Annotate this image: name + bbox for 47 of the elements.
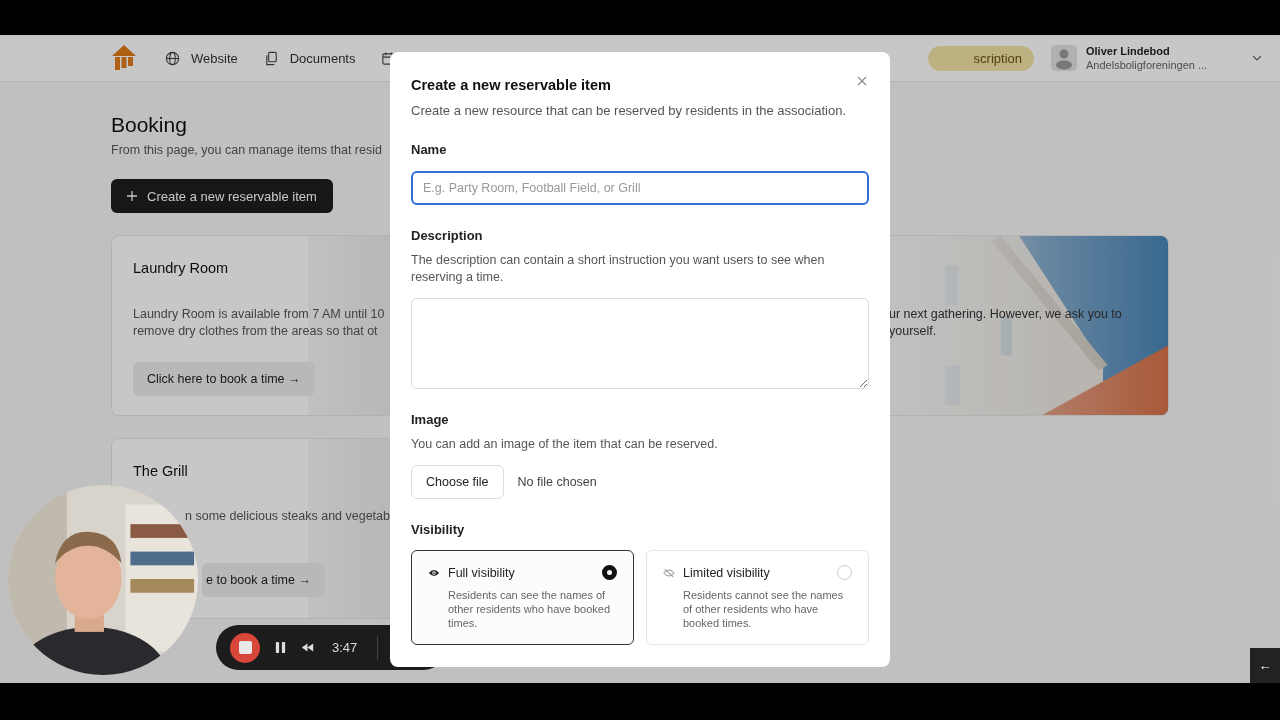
visibility-option[interactable]: Full visibility Residents can see the names of other residents who have booked times. — [411, 550, 634, 645]
documents-icon — [263, 50, 279, 66]
create-item-button[interactable]: Create a new reservable item — [111, 179, 333, 213]
option-title: Full visibility — [448, 565, 516, 580]
option-description: Residents cannot see the names of other residents who have booked times. — [683, 588, 845, 630]
stop-button[interactable] — [230, 632, 260, 663]
field-label: Image — [411, 411, 450, 429]
card-title: Laundry Room — [133, 260, 229, 276]
choose-file-button[interactable]: Choose file — [411, 465, 504, 499]
organization-name: Andelsboligforeningen ... — [1086, 59, 1209, 71]
book-time-button[interactable]: Click here to book a time → — [133, 362, 315, 396]
eye-icon — [428, 567, 440, 578]
dialog-subtitle: Create a new resource that can be reserved by residents in the association. — [411, 102, 848, 119]
dialog-title: Create a new reservable item — [411, 76, 612, 94]
eye-off-icon — [663, 567, 675, 578]
page-title: Booking — [111, 113, 188, 137]
close-icon[interactable] — [857, 76, 867, 86]
field-help-text: The description can contain a short instruction you want users to see when reserving a time. — [411, 252, 826, 286]
card-description: Laundry Room is available from 7 AM until 10 remove dry clothes from the areas so that ot — [133, 306, 385, 340]
name-input-field[interactable]: E.g. Party Room, Football Field, or Grill — [411, 171, 869, 205]
book-time-button[interactable]: e to book a time → — [202, 563, 325, 597]
file-status: No file chosen — [517, 475, 597, 489]
field-label: Visibility — [411, 521, 466, 539]
field-label: Name — [411, 141, 448, 159]
option-description: Residents can see the names of other residents who have booked times. — [448, 588, 612, 630]
nav-link[interactable]: Documents — [263, 50, 356, 66]
user-name: Oliver Lindebod — [1086, 45, 1171, 57]
field-label: Description — [411, 227, 484, 245]
visibility-option[interactable]: Limited visibility Residents cannot see the names of other residents who have booked times. — [646, 550, 869, 645]
radio-button[interactable] — [602, 565, 617, 580]
back-button[interactable]: ← — [1250, 648, 1280, 683]
card-title: The Grill — [133, 463, 188, 479]
recording-time: 3:47 — [332, 640, 358, 655]
avatar-icon — [1051, 45, 1077, 71]
subscription-badge[interactable]: scription — [927, 45, 1034, 71]
globe-icon — [165, 50, 180, 66]
plus-icon — [127, 191, 137, 201]
field-help-text: You can add an image of the item that can be reserved. — [411, 436, 719, 453]
page-description: From this page, you can manage items that resid — [111, 143, 382, 157]
nav-link[interactable]: Website — [165, 50, 238, 66]
house-logo-icon[interactable] — [111, 44, 137, 72]
description-input-field[interactable] — [411, 298, 869, 389]
pause-icon[interactable] — [274, 641, 287, 654]
rewind-icon[interactable] — [301, 641, 314, 654]
chevron-down-icon[interactable] — [1252, 55, 1262, 61]
card-description: n some delicious steaks and vegetab — [185, 508, 390, 525]
option-title: Limited visibility — [683, 565, 771, 580]
